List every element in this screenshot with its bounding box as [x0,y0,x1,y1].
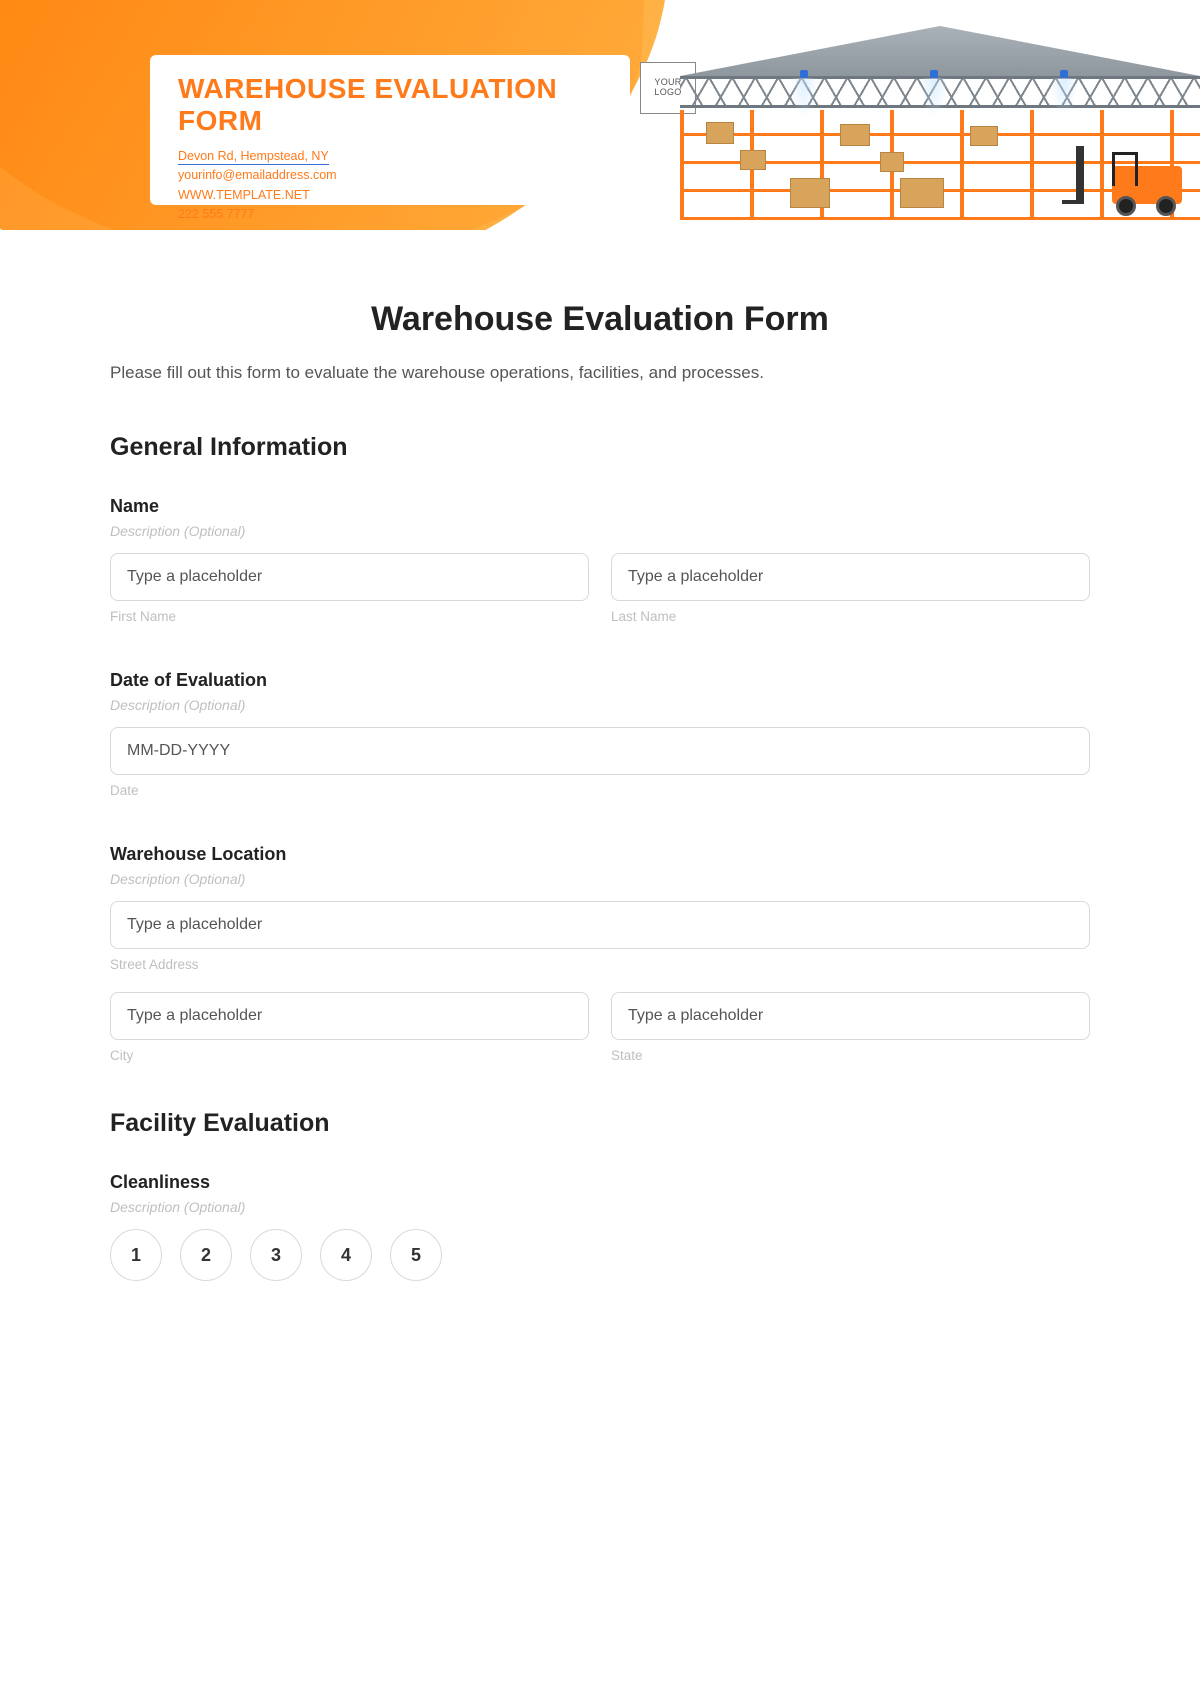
form-body: Warehouse Evaluation Form Please fill ou… [0,230,1200,1351]
field-cleanliness: Cleanliness Description (Optional) 1 2 3… [110,1172,1090,1281]
banner-address: Devon Rd, Hempstead, NY [178,149,329,165]
banner-card: WAREHOUSE EVALUATION FORM Devon Rd, Hemp… [150,55,630,205]
banner-title: WAREHOUSE EVALUATION FORM [178,73,602,137]
location-desc: Description (Optional) [110,871,1090,887]
rating-option-2[interactable]: 2 [180,1229,232,1281]
banner-website: WWW.TEMPLATE.NET [178,188,310,202]
name-label: Name [110,496,1090,517]
section-general: General Information [110,433,1090,462]
first-name-input[interactable]: Type a placeholder [110,553,589,601]
city-sub: City [110,1048,589,1063]
section-facility: Facility Evaluation [110,1109,1090,1138]
date-desc: Description (Optional) [110,697,1090,713]
first-name-sub: First Name [110,609,589,624]
last-name-sub: Last Name [611,609,1090,624]
name-desc: Description (Optional) [110,523,1090,539]
cleanliness-label: Cleanliness [110,1172,1090,1193]
rating-option-1[interactable]: 1 [110,1229,162,1281]
last-name-input[interactable]: Type a placeholder [611,553,1090,601]
city-input[interactable]: Type a placeholder [110,992,589,1040]
banner-contact: Devon Rd, Hempstead, NY yourinfo@emailad… [178,147,602,225]
forklift-icon [1062,146,1182,216]
cleanliness-desc: Description (Optional) [110,1199,1090,1215]
banner-email: yourinfo@emailaddress.com [178,168,337,182]
warehouse-illustration [640,0,1200,230]
street-input[interactable]: Type a placeholder [110,901,1090,949]
banner-phone: 222 555 7777 [178,207,254,221]
page-title: Warehouse Evaluation Form [110,300,1090,339]
date-sub: Date [110,783,1090,798]
rating-option-4[interactable]: 4 [320,1229,372,1281]
state-input[interactable]: Type a placeholder [611,992,1090,1040]
rating-option-3[interactable]: 3 [250,1229,302,1281]
field-location: Warehouse Location Description (Optional… [110,844,1090,1063]
street-sub: Street Address [110,957,1090,972]
header-banner: WAREHOUSE EVALUATION FORM Devon Rd, Hemp… [0,0,1200,230]
date-label: Date of Evaluation [110,670,1090,691]
field-name: Name Description (Optional) Type a place… [110,496,1090,624]
intro-text: Please fill out this form to evaluate th… [110,363,1090,383]
cleanliness-rating: 1 2 3 4 5 [110,1229,1090,1281]
state-sub: State [611,1048,1090,1063]
location-label: Warehouse Location [110,844,1090,865]
field-date: Date of Evaluation Description (Optional… [110,670,1090,798]
rating-option-5[interactable]: 5 [390,1229,442,1281]
date-input[interactable]: MM-DD-YYYY [110,727,1090,775]
